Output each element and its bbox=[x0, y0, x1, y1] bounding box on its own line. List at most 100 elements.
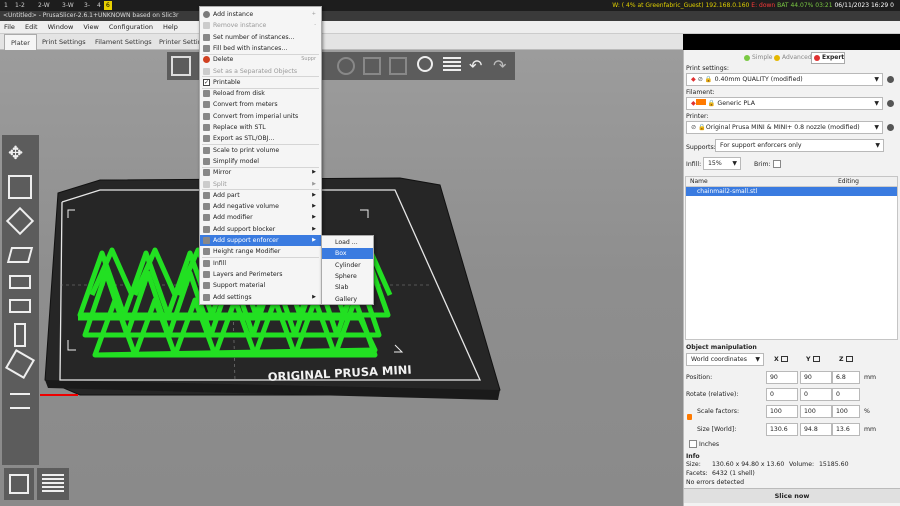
move-icon[interactable]: ✥ bbox=[8, 143, 23, 164]
tab-print-settings[interactable]: Print Settings bbox=[36, 34, 92, 50]
menu-item-layers-and-perimeters[interactable]: Layers and Perimeters bbox=[200, 269, 321, 280]
supports-combo[interactable]: For support enforcers only ▼ bbox=[715, 139, 884, 152]
menu-item-printable[interactable]: ✓ Printable bbox=[200, 77, 321, 88]
menu-item-remove-instance[interactable]: Remove instance - bbox=[200, 20, 321, 31]
workspace-3-w[interactable]: 3-W bbox=[60, 1, 76, 10]
add-object-icon[interactable] bbox=[171, 56, 191, 76]
menu-window[interactable]: Window bbox=[44, 21, 78, 34]
scale-x-field[interactable]: 100 bbox=[766, 405, 798, 418]
mode-simple[interactable]: Simple bbox=[744, 53, 773, 63]
position-x-field[interactable]: 90 bbox=[766, 371, 798, 384]
split-objects-icon[interactable] bbox=[337, 57, 355, 75]
mode-expert[interactable]: Expert bbox=[811, 52, 845, 64]
submenu-item-gallery[interactable]: Gallery bbox=[322, 294, 373, 305]
submenu-item-sphere[interactable]: Sphere bbox=[322, 271, 373, 282]
menu-item-add-support-enforcer[interactable]: Add support enforcer ▶ bbox=[200, 235, 321, 246]
view-3d-button[interactable] bbox=[4, 468, 34, 500]
lock-icon[interactable] bbox=[687, 414, 692, 420]
menu-item-export-as-stl-obj[interactable]: Export as STL/OBJ... bbox=[200, 133, 321, 144]
menu-item-height-range-modifier[interactable]: Height range Modifier bbox=[200, 246, 321, 257]
menu-item-add-instance[interactable]: Add instance + bbox=[200, 9, 321, 20]
slice-now-button[interactable]: Slice now bbox=[684, 488, 900, 503]
view-preview-button[interactable] bbox=[37, 468, 69, 500]
menu-item-add-settings[interactable]: Add settings ▶ bbox=[200, 292, 321, 303]
menu-item-reload-from-disk[interactable]: Reload from disk bbox=[200, 88, 321, 99]
edit-filament-icon[interactable] bbox=[887, 100, 894, 107]
menu-item-infill[interactable]: Infill bbox=[200, 258, 321, 269]
position-z-field[interactable]: 6.8 bbox=[832, 371, 860, 384]
printer-combo[interactable]: ⊘ 🔒Original Prusa MINI & MINI+ 0.8 nozzl… bbox=[686, 121, 883, 134]
copy-icon[interactable] bbox=[363, 57, 381, 75]
brim-checkbox[interactable] bbox=[773, 160, 781, 168]
menu-item-mirror[interactable]: Mirror ▶ bbox=[200, 167, 321, 178]
rotate-icon[interactable] bbox=[5, 206, 35, 236]
menu-configuration[interactable]: Configuration bbox=[105, 21, 157, 34]
rotate-x-field[interactable]: 0 bbox=[766, 388, 798, 401]
menu-item-add-part[interactable]: Add part ▶ bbox=[200, 190, 321, 201]
tab-filament-settings[interactable]: Filament Settings bbox=[89, 34, 158, 50]
menu-item-convert-from-meters[interactable]: Convert from meters bbox=[200, 99, 321, 110]
undo-icon[interactable]: ↶ bbox=[469, 58, 482, 74]
edit-printer-icon[interactable] bbox=[887, 124, 894, 131]
workspace-1[interactable]: 1 bbox=[2, 1, 10, 10]
menu-icon bbox=[203, 225, 210, 233]
print-settings-combo[interactable]: ◆ ⊘ 🔒 0.40mm QUALITY (modified) ▼ bbox=[686, 73, 883, 86]
size-x-field[interactable]: 130.6 bbox=[766, 423, 798, 436]
size-y-field[interactable]: 94.8 bbox=[800, 423, 832, 436]
cut-icon[interactable] bbox=[9, 275, 31, 289]
layers-icon[interactable] bbox=[443, 57, 461, 73]
paste-icon[interactable] bbox=[389, 57, 407, 75]
submenu-item-box[interactable]: Box bbox=[322, 248, 373, 260]
size-z-field[interactable]: 13.6 bbox=[832, 423, 860, 436]
workspace-2-w[interactable]: 2-W bbox=[36, 1, 52, 10]
menu-item-simplify-model[interactable]: Simplify model bbox=[200, 156, 321, 167]
infill-combo[interactable]: 15% ▼ bbox=[703, 157, 741, 170]
measure-icon[interactable] bbox=[10, 393, 30, 409]
workspace-1-2[interactable]: 1-2 bbox=[13, 1, 27, 10]
submenu-item-load[interactable]: Load ... bbox=[322, 237, 373, 248]
workspace-3[interactable]: 3- bbox=[82, 1, 92, 10]
menu-file[interactable]: File bbox=[0, 21, 19, 34]
menu-item-scale-to-print-volume[interactable]: Scale to print volume bbox=[200, 145, 321, 156]
tab-plater[interactable]: Plater bbox=[4, 34, 37, 50]
scale-y-field[interactable]: 100 bbox=[800, 405, 832, 418]
menu-item-split[interactable]: Split ▶ bbox=[200, 179, 321, 190]
workspace-4[interactable]: 4 bbox=[95, 1, 103, 10]
menu-item-label: Delete bbox=[213, 56, 234, 64]
submenu-item-slab[interactable]: Slab bbox=[322, 282, 373, 293]
scale-icon[interactable] bbox=[8, 175, 32, 199]
seam-paint-icon[interactable] bbox=[4, 348, 36, 380]
coordinates-combo[interactable]: World coordinates ▼ bbox=[686, 353, 764, 366]
battery-status: BAT 44.07% 03:21 bbox=[777, 2, 833, 9]
workspace-6[interactable]: 6 bbox=[104, 1, 112, 10]
rotate-y-field[interactable]: 0 bbox=[800, 388, 832, 401]
edit-print-settings-icon[interactable] bbox=[887, 76, 894, 83]
menu-item-support-material[interactable]: Support material bbox=[200, 280, 321, 291]
menu-item-add-modifier[interactable]: Add modifier ▶ bbox=[200, 212, 321, 223]
submenu-item-cylinder[interactable]: Cylinder bbox=[322, 260, 373, 271]
menu-item-add-support-blocker[interactable]: Add support blocker ▶ bbox=[200, 224, 321, 235]
menu-item-add-negative-volume[interactable]: Add negative volume ▶ bbox=[200, 201, 321, 212]
search-icon[interactable] bbox=[417, 56, 433, 72]
menu-item-delete[interactable]: Delete Suppr bbox=[200, 54, 321, 65]
menu-item-set-number-of-instances[interactable]: Set number of instances... bbox=[200, 32, 321, 43]
menu-help[interactable]: Help bbox=[159, 21, 182, 34]
menu-item-set-as-a-separated-objects[interactable]: Set as a Separated Objects bbox=[200, 66, 321, 77]
mode-advanced[interactable]: Advanced bbox=[774, 53, 812, 63]
inches-checkbox[interactable] bbox=[689, 440, 697, 448]
object-row[interactable]: chainmail2-small.stl bbox=[686, 187, 897, 196]
redo-icon[interactable]: ↷ bbox=[493, 58, 506, 74]
menu-item-fill-bed-with-instances[interactable]: Fill bed with instances... bbox=[200, 43, 321, 54]
menu-item-replace-with-stl[interactable]: Replace with STL bbox=[200, 122, 321, 133]
support-paint-icon[interactable] bbox=[14, 323, 26, 347]
menu-item-label: Height range Modifier bbox=[213, 248, 281, 256]
menu-view[interactable]: View bbox=[79, 21, 102, 34]
hollow-icon[interactable] bbox=[9, 299, 31, 313]
filament-combo[interactable]: ◆ 🔒 Generic PLA ▼ bbox=[686, 97, 883, 110]
menu-item-convert-from-imperial-units[interactable]: Convert from imperial units bbox=[200, 111, 321, 122]
rotate-z-field[interactable]: 0 bbox=[832, 388, 860, 401]
position-y-field[interactable]: 90 bbox=[800, 371, 832, 384]
scale-z-field[interactable]: 100 bbox=[832, 405, 860, 418]
place-on-face-icon[interactable] bbox=[6, 247, 34, 263]
menu-edit[interactable]: Edit bbox=[21, 21, 42, 34]
